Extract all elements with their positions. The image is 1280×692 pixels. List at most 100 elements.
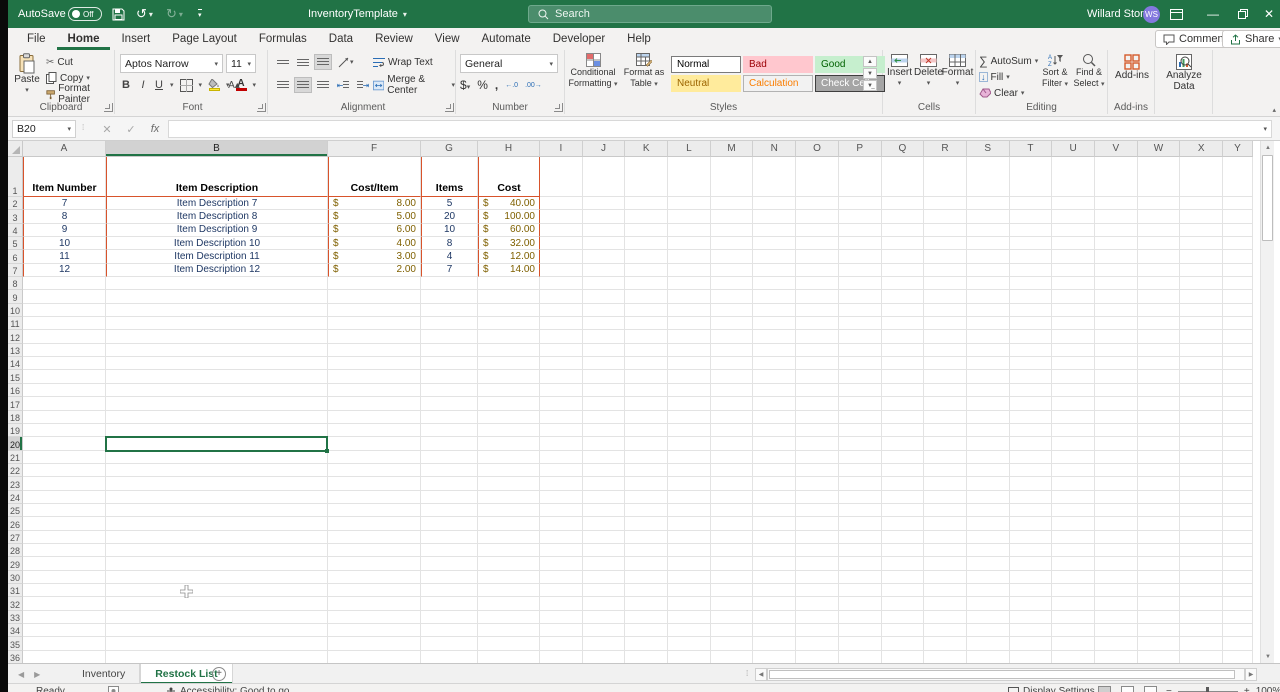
column-header-Y[interactable]: Y	[1223, 141, 1253, 157]
cell-F13[interactable]	[328, 343, 421, 358]
row-header-13[interactable]: 13	[8, 343, 23, 358]
cell-L23[interactable]	[668, 477, 711, 491]
cell-B16[interactable]	[106, 383, 328, 398]
cell-U27[interactable]	[1052, 530, 1095, 544]
cell-A27[interactable]	[23, 530, 106, 544]
cell-B34[interactable]	[106, 624, 328, 638]
cell-H30[interactable]	[478, 570, 540, 584]
cell-I14[interactable]	[540, 357, 583, 371]
cell-K12[interactable]	[625, 330, 669, 344]
cell-H26[interactable]	[478, 517, 540, 531]
cell-I9[interactable]	[540, 290, 583, 304]
cell-A21[interactable]	[23, 450, 106, 464]
cell-R21[interactable]	[924, 450, 967, 464]
cell-A20[interactable]	[23, 437, 106, 451]
cell-P17[interactable]	[838, 397, 882, 411]
format-painter-button[interactable]: Format Painter	[46, 83, 114, 105]
cell-M16[interactable]	[710, 383, 754, 398]
cell-I23[interactable]	[540, 477, 583, 491]
cell-L15[interactable]	[668, 370, 711, 384]
cell-Y21[interactable]	[1223, 450, 1253, 464]
cell-V36[interactable]	[1095, 650, 1138, 663]
cell-V5[interactable]	[1094, 237, 1138, 251]
cell-X33[interactable]	[1180, 610, 1223, 624]
cell-S21[interactable]	[966, 450, 1010, 464]
cell-H31[interactable]	[478, 583, 540, 598]
style-bad[interactable]: Bad	[743, 56, 813, 73]
cell-V35[interactable]	[1094, 637, 1138, 651]
cell-F30[interactable]	[328, 570, 421, 584]
cell-O7[interactable]	[796, 263, 839, 278]
cell-R23[interactable]	[924, 477, 967, 491]
cell-H6[interactable]: $12.00	[478, 250, 540, 264]
cell-H28[interactable]	[478, 543, 540, 558]
cell-B20[interactable]	[106, 437, 328, 451]
cell-F25[interactable]	[328, 503, 421, 518]
cell-T23[interactable]	[1009, 477, 1053, 491]
align-middle-icon[interactable]	[294, 54, 312, 70]
column-header-I[interactable]: I	[540, 141, 583, 157]
scroll-down-icon[interactable]: ▼	[1261, 650, 1275, 663]
cell-N25[interactable]	[753, 503, 797, 518]
cell-K30[interactable]	[625, 570, 669, 584]
cell-R15[interactable]	[924, 370, 967, 384]
cell-S6[interactable]	[966, 250, 1010, 264]
cell-W28[interactable]	[1137, 543, 1181, 558]
cell-X29[interactable]	[1180, 557, 1223, 571]
select-all-corner[interactable]	[8, 141, 23, 157]
cell-V9[interactable]	[1094, 290, 1138, 304]
cell-L7[interactable]	[668, 263, 711, 278]
cell-X23[interactable]	[1180, 477, 1223, 491]
row-header-19[interactable]: 19	[8, 423, 23, 438]
cell-B14[interactable]	[106, 357, 328, 371]
cell-W19[interactable]	[1137, 423, 1181, 438]
cell-F16[interactable]	[328, 383, 421, 398]
cell-X18[interactable]	[1180, 410, 1223, 424]
cell-Y17[interactable]	[1223, 397, 1253, 411]
cell-I1[interactable]	[540, 157, 583, 197]
cell-K24[interactable]	[625, 490, 669, 504]
column-header-U[interactable]: U	[1052, 141, 1095, 157]
cell-I11[interactable]	[540, 317, 583, 331]
cell-K27[interactable]	[625, 530, 669, 544]
row-header-18[interactable]: 18	[8, 410, 23, 424]
cell-X25[interactable]	[1180, 503, 1223, 518]
cell-Y19[interactable]	[1223, 423, 1253, 438]
cell-X5[interactable]	[1180, 237, 1223, 251]
collapse-ribbon-button[interactable]: ▴	[1272, 106, 1276, 114]
cell-F18[interactable]	[328, 410, 421, 424]
cell-B36[interactable]	[106, 650, 328, 663]
cell-G31[interactable]	[421, 583, 478, 598]
cell-M15[interactable]	[710, 370, 754, 384]
cell-N4[interactable]	[753, 223, 797, 238]
cell-T5[interactable]	[1009, 237, 1053, 251]
row-header-29[interactable]: 29	[8, 557, 23, 571]
cell-G33[interactable]	[421, 610, 478, 624]
cell-N26[interactable]	[753, 517, 797, 531]
cell-M5[interactable]	[710, 237, 754, 251]
cell-U14[interactable]	[1052, 357, 1095, 371]
cell-F5[interactable]: $4.00	[328, 237, 421, 251]
cell-J27[interactable]	[582, 530, 626, 544]
cell-F6[interactable]: $3.00	[328, 250, 421, 264]
cell-W35[interactable]	[1137, 637, 1181, 651]
cell-W21[interactable]	[1137, 450, 1181, 464]
cell-M8[interactable]	[710, 277, 754, 291]
cell-F28[interactable]	[328, 543, 421, 558]
cell-Y9[interactable]	[1223, 290, 1253, 304]
row-header-31[interactable]: 31	[8, 583, 23, 598]
cell-R7[interactable]	[924, 263, 967, 278]
cell-F33[interactable]	[328, 610, 421, 624]
cell-K11[interactable]	[625, 317, 669, 331]
cell-X24[interactable]	[1180, 490, 1223, 504]
cell-V22[interactable]	[1094, 463, 1138, 478]
cell-M6[interactable]	[710, 250, 754, 264]
cell-J12[interactable]	[582, 330, 626, 344]
cell-R16[interactable]	[924, 383, 967, 398]
row-header-36[interactable]: 36	[8, 650, 23, 663]
cell-P13[interactable]	[838, 343, 882, 358]
cell-L28[interactable]	[668, 543, 711, 558]
cell-B8[interactable]	[106, 277, 328, 291]
cell-F4[interactable]: $6.00	[328, 223, 421, 238]
row-header-28[interactable]: 28	[8, 543, 23, 558]
